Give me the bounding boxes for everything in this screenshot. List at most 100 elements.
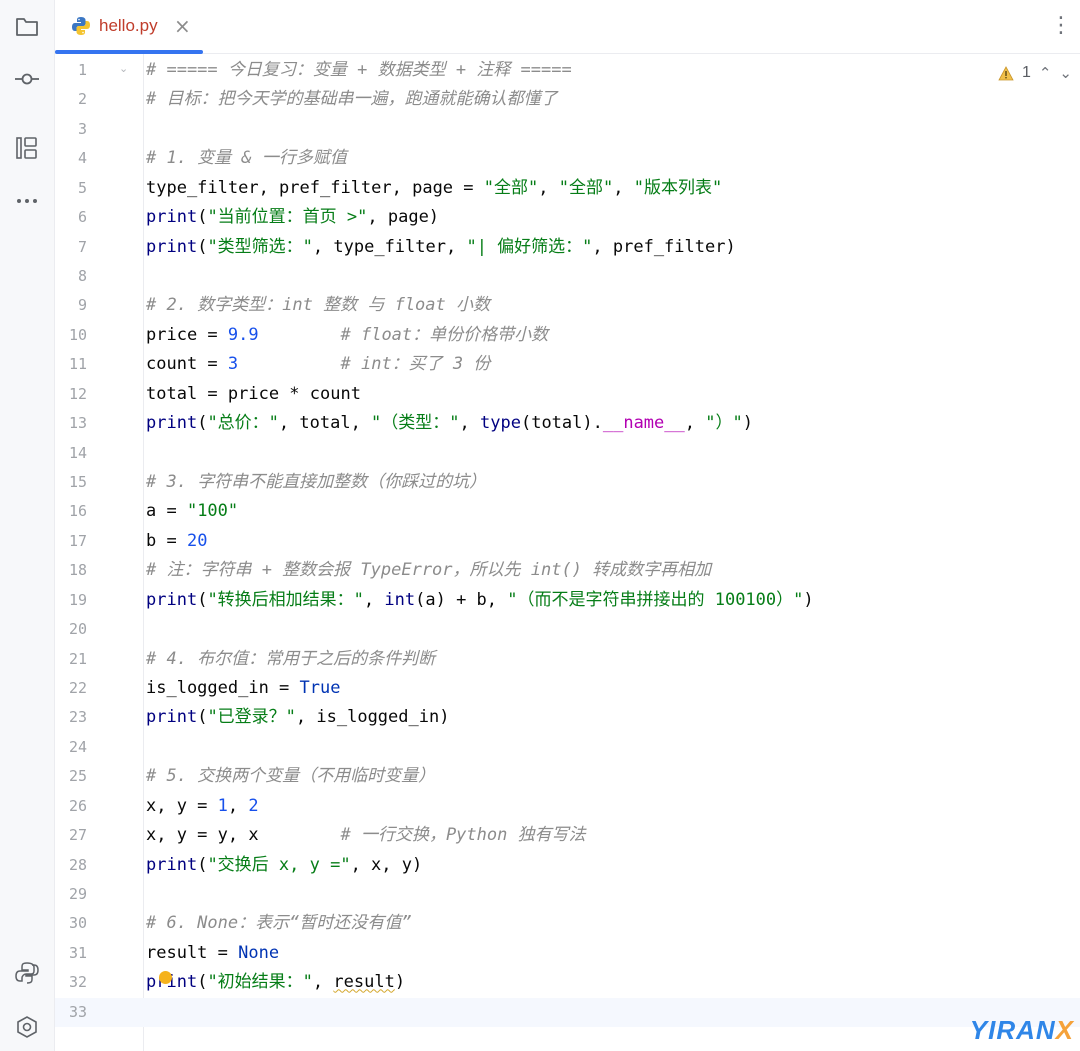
chevron-down-icon[interactable]: ⌄ xyxy=(1059,64,1072,82)
code-token: "总价：" xyxy=(207,413,279,434)
services-icon[interactable] xyxy=(12,1012,42,1042)
code-token: x, y = xyxy=(146,795,218,816)
code-token: "当前位置：首页 >" xyxy=(207,207,368,228)
code-token: is_logged_in = xyxy=(146,678,300,699)
code-text: print("类型筛选：", type_filter, "| 偏好筛选：", p… xyxy=(146,233,736,262)
code-line[interactable]: 25 # 5. 交换两个变量（不用临时变量） xyxy=(55,762,1080,791)
line-number: 12 xyxy=(68,384,87,403)
code-token: a = xyxy=(146,501,187,522)
code-token: # 3. 字符串不能直接加整数（你踩过的坑） xyxy=(146,472,487,493)
line-number: 15 xyxy=(68,473,87,492)
code-line[interactable]: 18 # 注：字符串 + 整数会报 TypeError，所以先 int() 转成数… xyxy=(55,556,1080,585)
intention-bulb-icon[interactable] xyxy=(159,971,172,984)
code-text: # 4. 布尔值：常用于之后的条件判断 xyxy=(146,645,435,674)
code-line[interactable]: 12 total = price * count xyxy=(55,380,1080,409)
code-token: , page) xyxy=(367,207,440,228)
code-token: 9.9 xyxy=(227,324,259,345)
code-text: is_logged_in = True xyxy=(146,674,340,703)
code-line[interactable]: 27 x, y = y, x # 一行交换，Python 独有写法 xyxy=(55,821,1080,850)
code-line[interactable]: 5 type_filter, pref_filter, page = "全部", … xyxy=(55,174,1080,203)
code-line[interactable]: 17 b = 20 xyxy=(55,527,1080,556)
code-line[interactable]: 10 price = 9.9 # float：单份价格带小数 xyxy=(55,321,1080,350)
code-text: x, y = y, x # 一行交换，Python 独有写法 xyxy=(146,821,586,850)
code-token: x, y = y, x xyxy=(146,825,341,846)
code-token: int xyxy=(384,589,416,610)
code-token: "| 偏好筛选：" xyxy=(466,236,593,257)
line-number: 31 xyxy=(68,943,87,962)
code-line[interactable]: 26 x, y = 1, 2 xyxy=(55,792,1080,821)
code-line[interactable]: 1 ⌄ # ===== 今日复习：变量 + 数据类型 + 注释 ===== xyxy=(55,56,1080,85)
line-number: 13 xyxy=(68,414,87,433)
code-token: ( xyxy=(197,413,208,434)
code-token: print xyxy=(146,589,198,610)
code-token: , pref_filter) xyxy=(592,236,736,257)
line-number: 21 xyxy=(68,649,87,668)
code-token: print xyxy=(146,707,198,728)
more-vertical-icon[interactable]: ⋮ xyxy=(1050,12,1072,40)
fold-chevron-icon[interactable]: ⌄ xyxy=(119,63,129,74)
code-line[interactable]: 3 xyxy=(55,115,1080,144)
line-number: 4 xyxy=(77,149,87,168)
code-line[interactable]: 30 # 6. None：表示“暂时还没有值” xyxy=(55,909,1080,938)
code-token: # 1. 变量 & 一行多赋值 xyxy=(146,148,347,169)
code-token: # 注：字符串 + 整数会报 TypeError，所以先 int() 转成数字再… xyxy=(146,560,712,581)
code-line[interactable]: 21 # 4. 布尔值：常用于之后的条件判断 xyxy=(55,645,1080,674)
code-token: , type_filter, xyxy=(312,236,467,257)
structure-icon[interactable] xyxy=(12,133,42,163)
code-text: # 目标：把今天学的基础串一遍，跑通就能确认都懂了 xyxy=(146,85,557,114)
python-console-icon[interactable] xyxy=(12,958,42,988)
code-token: # 5. 交换两个变量（不用临时变量） xyxy=(146,766,436,787)
code-token: "（类型：" xyxy=(371,413,460,434)
code-line[interactable]: 20 xyxy=(55,615,1080,644)
code-line[interactable]: 7 print("类型筛选：", type_filter, "| 偏好筛选：", … xyxy=(55,233,1080,262)
code-line[interactable]: 31 result = None xyxy=(55,939,1080,968)
code-line[interactable]: 4 # 1. 变量 & 一行多赋值 xyxy=(55,144,1080,173)
code-line[interactable]: 28 print("交换后 x, y =", x, y) xyxy=(55,851,1080,880)
folder-icon[interactable] xyxy=(12,11,42,41)
code-text: # 1. 变量 & 一行多赋值 xyxy=(146,144,347,173)
code-line[interactable]: 33 xyxy=(55,997,1080,1028)
tab-hello-py[interactable]: hello.py × xyxy=(55,0,203,54)
code-text: result = None xyxy=(146,939,279,968)
chevron-up-icon[interactable]: ⌃ xyxy=(1039,64,1052,82)
code-token: result xyxy=(333,972,395,993)
line-number: 23 xyxy=(68,708,87,727)
code-line[interactable]: 14 xyxy=(55,439,1080,468)
code-token: result = xyxy=(146,942,239,963)
code-line[interactable]: 32 print("初始结果：", result) xyxy=(55,968,1080,997)
more-icon[interactable] xyxy=(12,186,42,216)
code-text: print("转换后相加结果：", int(a) + b, "（而不是字符串拼接… xyxy=(146,586,814,615)
commit-icon[interactable] xyxy=(12,64,42,94)
code-line[interactable]: 8 xyxy=(55,262,1080,291)
line-number: 20 xyxy=(68,620,87,639)
code-line[interactable]: 23 print("已登录？", is_logged_in) xyxy=(55,703,1080,732)
code-text: print("交换后 x, y =", x, y) xyxy=(146,851,422,880)
close-icon[interactable]: × xyxy=(174,14,191,38)
code-token: "已登录？" xyxy=(207,707,296,728)
code-line[interactable]: 13 print("总价：", total, "（类型：", type(total… xyxy=(55,409,1080,438)
code-line[interactable]: 24 xyxy=(55,733,1080,762)
line-number: 18 xyxy=(68,561,87,580)
code-token: True xyxy=(299,678,341,699)
code-token: , is_logged_in) xyxy=(295,707,450,728)
code-token: , x, y) xyxy=(350,854,423,875)
code-line[interactable]: 19 print("转换后相加结果：", int(a) + b, "（而不是字符串… xyxy=(55,586,1080,615)
code-line[interactable]: 15 # 3. 字符串不能直接加整数（你踩过的坑） xyxy=(55,468,1080,497)
code-line[interactable]: 9 # 2. 数字类型：int 整数 与 float 小数 xyxy=(55,291,1080,320)
code-line[interactable]: 29 xyxy=(55,880,1080,909)
code-line[interactable]: 16 a = "100" xyxy=(55,497,1080,526)
line-number: 27 xyxy=(68,826,87,845)
line-number: 9 xyxy=(77,296,87,315)
line-number: 22 xyxy=(68,679,87,698)
code-line[interactable]: 22 is_logged_in = True xyxy=(55,674,1080,703)
code-editor[interactable]: 1 ⌄ # ===== 今日复习：变量 + 数据类型 + 注释 ===== 2 # 目标… xyxy=(55,54,1080,1051)
python-file-icon xyxy=(71,16,91,36)
code-token: , xyxy=(613,177,634,198)
code-line[interactable]: 6 print("当前位置：首页 >", page) xyxy=(55,203,1080,232)
code-token: # 2. 数字类型：int 整数 与 float 小数 xyxy=(146,295,490,316)
inspection-widget[interactable]: 1 ⌃ ⌄ xyxy=(998,62,1072,84)
code-token: __name__ xyxy=(602,413,685,434)
code-line[interactable]: 11 count = 3 # int：买了 3 份 xyxy=(55,350,1080,379)
code-line[interactable]: 2 # 目标：把今天学的基础串一遍，跑通就能确认都懂了 xyxy=(55,85,1080,114)
code-token: ( xyxy=(197,589,208,610)
